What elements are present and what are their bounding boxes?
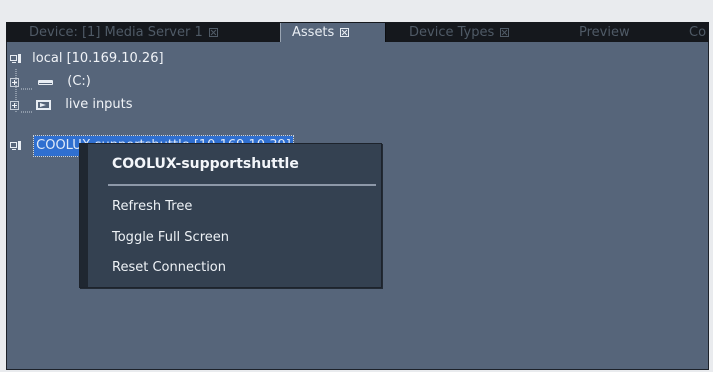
tree-node-label: local [10.169.10.26] bbox=[32, 51, 164, 66]
menu-gutter bbox=[80, 144, 88, 287]
tab-assets[interactable]: Assets bbox=[280, 23, 386, 42]
menu-separator bbox=[108, 184, 376, 186]
tab-device-types[interactable]: Device Types bbox=[386, 23, 556, 42]
tree-node-label: (C:) bbox=[67, 74, 91, 89]
tree-node-c-drive[interactable]: (C:) bbox=[10, 72, 91, 92]
context-menu: COOLUX-supportshuttle Refresh Tree Toggl… bbox=[79, 143, 382, 288]
menu-item-refresh-tree[interactable]: Refresh Tree bbox=[112, 196, 192, 218]
tab-preview[interactable]: Preview bbox=[556, 23, 666, 42]
computer-icon bbox=[10, 136, 22, 156]
tab-label: Co bbox=[689, 25, 707, 40]
tab-label: Device Types bbox=[409, 25, 495, 40]
tab-device-media-server[interactable]: Device: [1] Media Server 1 bbox=[6, 23, 280, 42]
tree-node-local[interactable]: local [10.169.10.26] bbox=[10, 49, 164, 69]
tab-bar: Device: [1] Media Server 1 Assets Device… bbox=[6, 22, 709, 42]
close-icon[interactable] bbox=[500, 28, 510, 37]
tab-label: Preview bbox=[579, 25, 630, 40]
expand-icon[interactable] bbox=[10, 101, 19, 110]
tab-label: Device: [1] Media Server 1 bbox=[29, 25, 203, 40]
drive-icon bbox=[37, 72, 57, 92]
menu-item-toggle-full-screen[interactable]: Toggle Full Screen bbox=[112, 227, 229, 249]
menu-item-reset-connection[interactable]: Reset Connection bbox=[112, 257, 226, 279]
expand-icon[interactable] bbox=[10, 78, 19, 87]
tab-co[interactable]: Co bbox=[666, 23, 709, 42]
context-menu-title: COOLUX-supportshuttle bbox=[112, 156, 299, 172]
live-input-icon bbox=[35, 95, 55, 115]
tree-node-label: live inputs bbox=[65, 97, 133, 112]
close-icon[interactable] bbox=[340, 28, 350, 37]
tab-label: Assets bbox=[292, 25, 335, 40]
tree-node-live-inputs[interactable]: live inputs bbox=[10, 95, 133, 115]
computer-icon bbox=[10, 49, 22, 69]
close-icon[interactable] bbox=[208, 28, 218, 37]
